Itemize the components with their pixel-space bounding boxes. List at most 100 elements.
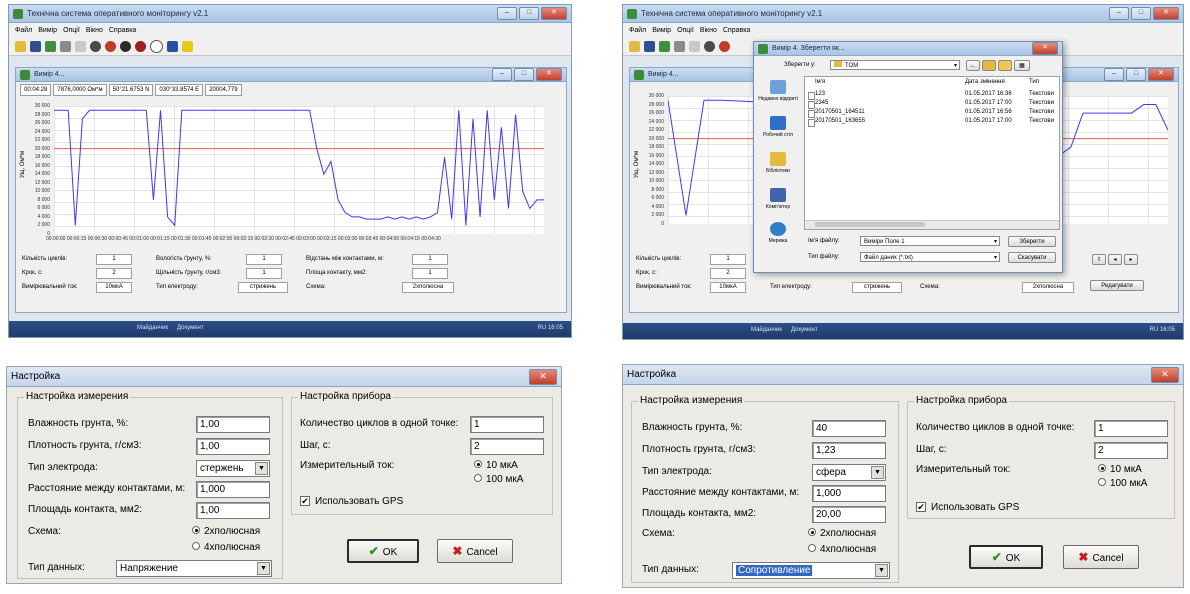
taskbar-item-1[interactable]: Майданчик (751, 327, 782, 333)
save-icon[interactable] (30, 40, 41, 52)
minimize-button[interactable]: – (497, 7, 517, 20)
ok-button[interactable]: ✔ OK (347, 539, 419, 563)
scheme-4pole-radio[interactable]: 4хполюсная (192, 542, 260, 553)
col-date-header[interactable]: Дата змінення (965, 79, 1005, 85)
zoom-icon[interactable] (150, 39, 163, 53)
connect-icon[interactable] (704, 40, 715, 52)
cancel-button[interactable]: ✖ Cancel (1063, 545, 1139, 569)
gps-checkbox[interactable]: ✔ Использовать GPS (916, 502, 1019, 513)
place-libraries[interactable]: Бібліотеки (758, 152, 798, 174)
filename-input[interactable]: Виміри Поле 1 ▾ (860, 236, 1000, 246)
save-button[interactable]: Зберегти (1008, 236, 1056, 247)
maximize-button[interactable]: □ (519, 7, 539, 20)
measure-maximize-button[interactable]: □ (514, 68, 534, 81)
scheme-2pole-radio[interactable]: 2хполюсная (808, 528, 876, 539)
nav-right-button[interactable]: ▸ (1124, 254, 1138, 265)
gps-checkbox[interactable]: ✔ Использовать GPS (300, 496, 403, 507)
taskbar-item-1[interactable]: Майданчик (137, 325, 168, 331)
place-network[interactable]: Мережа (758, 222, 798, 244)
stop-icon[interactable] (120, 40, 131, 52)
settings-close-button-2[interactable]: ✕ (1151, 366, 1179, 383)
export-icon[interactable] (659, 40, 670, 52)
electrode-select[interactable]: стержень ▼ (196, 460, 270, 477)
distance-input[interactable]: 1,000 (196, 481, 270, 498)
menu-measure-2[interactable]: Вимір (652, 27, 671, 34)
menu-measure[interactable]: Вимір (38, 27, 57, 34)
copy-icon[interactable] (75, 40, 86, 52)
menu-window-2[interactable]: Вікно (700, 27, 717, 34)
step-input[interactable]: 2 (470, 438, 544, 455)
datatype-select[interactable]: Напряжение ▼ (116, 560, 272, 577)
save-in-select[interactable]: TOM ▾ (830, 60, 960, 70)
measure-minimize-button[interactable]: – (492, 68, 512, 81)
distance-input[interactable]: 1,000 (812, 485, 886, 502)
menu-options[interactable]: Опції (63, 27, 80, 34)
measure-minimize-button-2[interactable]: – (1104, 68, 1124, 81)
back-icon[interactable]: ← (966, 60, 980, 71)
place-computer[interactable]: Комп'ютер (758, 188, 798, 210)
horizontal-scrollbar[interactable] (805, 220, 1059, 229)
scheme-4pole-radio[interactable]: 4хполюсная (808, 544, 876, 555)
close-button-2[interactable]: ✕ (1153, 7, 1179, 20)
settings-icon[interactable] (60, 40, 71, 52)
new-folder-icon[interactable] (998, 60, 1012, 71)
place-desktop[interactable]: Робочий стіл (758, 116, 798, 138)
taskbar-item-2[interactable]: Документ (791, 327, 818, 333)
current-10-radio[interactable]: 10 мкА (474, 460, 518, 471)
menu-window[interactable]: Вікно (86, 27, 103, 34)
col-type-header[interactable]: Тип (1029, 79, 1039, 85)
moisture-input[interactable]: 1,00 (196, 416, 270, 433)
ok-button[interactable]: ✔ OK (969, 545, 1043, 569)
file-row[interactable]: 2345 01.05.2017 17:00 Текстови (805, 100, 1059, 109)
nav-up-button[interactable]: ⇧ (1092, 254, 1106, 265)
file-row[interactable]: 20170501_163655 01.05.2017 17:00 Текстови (805, 118, 1059, 127)
density-input[interactable]: 1,00 (196, 438, 270, 455)
menu-help[interactable]: Справка (109, 27, 136, 34)
open-icon[interactable] (15, 40, 26, 52)
current-10-radio[interactable]: 10 мкА (1098, 464, 1142, 475)
connect-icon[interactable] (90, 40, 101, 52)
measure-maximize-button-2[interactable]: □ (1126, 68, 1146, 81)
window-icon[interactable] (167, 40, 178, 52)
filetype-select[interactable]: Файл даних (*.txt) ▾ (860, 252, 1000, 262)
save-dialog-close-button[interactable]: ✕ (1032, 42, 1058, 55)
electrode-select[interactable]: сфера ▼ (812, 464, 886, 481)
taskbar-item-2[interactable]: Документ (177, 325, 204, 331)
save-icon[interactable] (644, 40, 655, 52)
menu-file[interactable]: Файл (15, 27, 32, 34)
record-icon[interactable] (719, 40, 730, 52)
file-row[interactable]: 20170501_164511 01.05.2017 16:56 Текстови (805, 109, 1059, 118)
edit-button[interactable]: Редагувати (1090, 280, 1144, 291)
settings-close-button[interactable]: ✕ (529, 368, 557, 385)
cancel-button[interactable]: Скасувати (1008, 252, 1056, 263)
measure-close-button[interactable]: ✕ (536, 68, 562, 81)
up-folder-icon[interactable] (982, 60, 996, 71)
datatype-select[interactable]: Сопротивление ▼ (732, 562, 890, 579)
pause-icon[interactable] (135, 40, 146, 52)
export-icon[interactable] (45, 40, 56, 52)
cycles-input[interactable]: 1 (1094, 420, 1168, 437)
record-icon[interactable] (105, 40, 116, 52)
place-recent[interactable]: Недавно відкриті (758, 80, 798, 102)
area-input[interactable]: 20,00 (812, 506, 886, 523)
measure-close-button-2[interactable]: ✕ (1148, 68, 1174, 81)
menu-file-2[interactable]: Файл (629, 27, 646, 34)
minimize-button-2[interactable]: – (1109, 7, 1129, 20)
area-input[interactable]: 1,00 (196, 502, 270, 519)
close-button[interactable]: ✕ (541, 7, 567, 20)
scheme-2pole-radio[interactable]: 2хполюсная (192, 526, 260, 537)
density-input[interactable]: 1,23 (812, 442, 886, 459)
nav-left-button[interactable]: ◂ (1108, 254, 1122, 265)
open-icon[interactable] (629, 40, 640, 52)
current-100-radio[interactable]: 100 мкА (1098, 478, 1147, 489)
step-input[interactable]: 2 (1094, 442, 1168, 459)
file-row[interactable]: 123 01.05.2017 16:36 Текстови (805, 91, 1059, 100)
settings-icon[interactable] (674, 40, 685, 52)
view-menu-icon[interactable]: ▦ (1014, 60, 1030, 71)
cancel-button[interactable]: ✖ Cancel (437, 539, 513, 563)
menu-options-2[interactable]: Опції (677, 27, 694, 34)
cycles-input[interactable]: 1 (470, 416, 544, 433)
menu-help-2[interactable]: Справка (723, 27, 750, 34)
current-100-radio[interactable]: 100 мкА (474, 474, 523, 485)
moisture-input[interactable]: 40 (812, 420, 886, 437)
